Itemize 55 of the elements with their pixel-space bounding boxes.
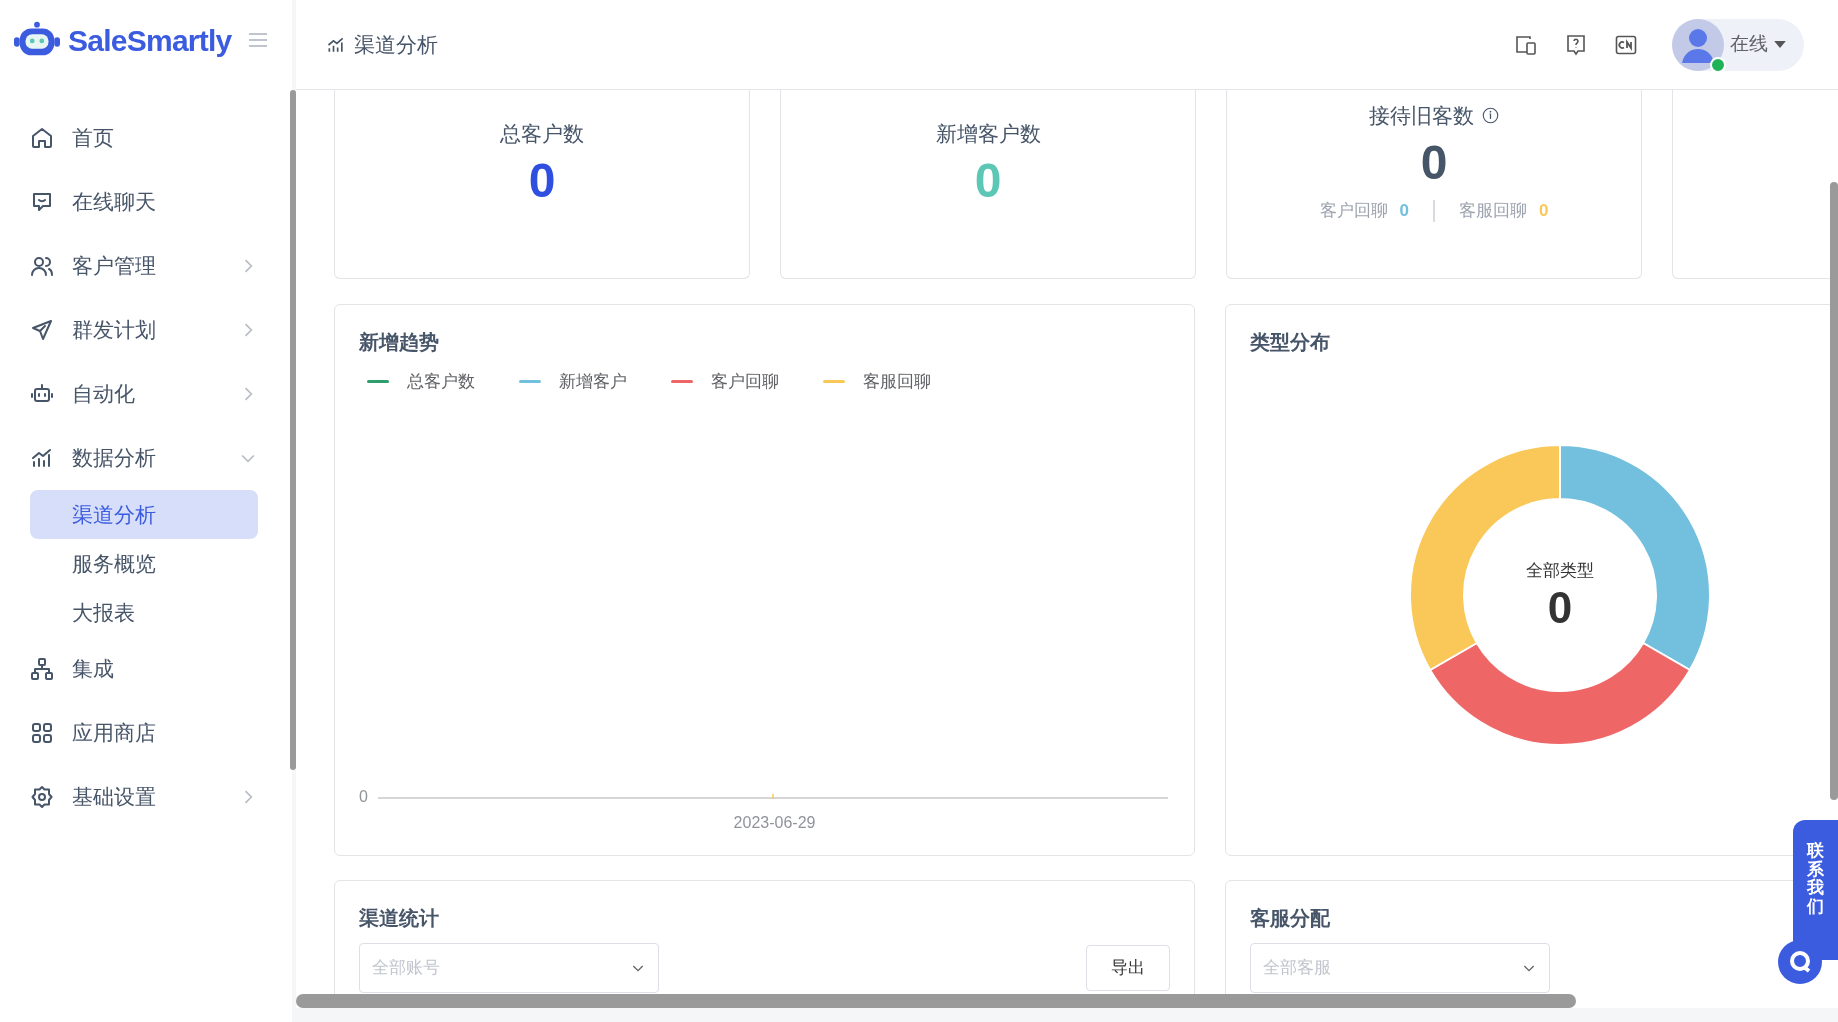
sidebar-item[interactable]: 客户管理 — [30, 234, 258, 298]
axis-label: 2023-06-29 — [733, 813, 816, 833]
hierarchy-icon — [30, 657, 54, 681]
caret-icon — [1774, 41, 1786, 48]
sidebar-item[interactable]: 自动化 — [30, 362, 258, 426]
sidebar-item[interactable]: 首页 — [30, 106, 258, 170]
sidebar-item[interactable]: 在线聊天 — [30, 170, 258, 234]
sidebar-item[interactable]: 集成 — [30, 637, 258, 701]
panel-title: 新增趋势 — [359, 330, 440, 355]
vertical-scrollbar[interactable] — [1830, 182, 1838, 800]
donut-value: 0 — [1547, 583, 1573, 632]
stat-title: 总客户数 — [500, 121, 584, 147]
avatar-icon — [1672, 18, 1724, 71]
submenu-item[interactable]: 服务概览 — [30, 539, 258, 588]
home-icon — [30, 126, 54, 150]
stat-value: 0 — [528, 152, 556, 209]
breakdown-label: 客户回聊 — [1319, 199, 1388, 222]
stat-title: 新增客户数 — [935, 121, 1041, 147]
help-icon[interactable] — [1564, 32, 1588, 57]
legend-item[interactable]: 客服回聊 — [823, 369, 931, 395]
legend-item[interactable]: 新增客户 — [519, 369, 627, 395]
chat-bubble-icon[interactable] — [1778, 940, 1822, 984]
send-icon — [30, 318, 54, 342]
horizontal-scrollbar[interactable] — [296, 994, 1576, 1008]
grid-icon — [30, 721, 54, 745]
submenu-item[interactable]: 渠道分析 — [30, 490, 258, 539]
breakdown-label: 客服回聊 — [1459, 199, 1527, 222]
export-button[interactable]: 导出 — [1086, 945, 1170, 991]
breakdown-value: 0 — [1539, 199, 1549, 222]
donut-label: 全部类型 — [1526, 560, 1594, 583]
axis-label: 0 — [359, 787, 368, 807]
settings-icon — [30, 785, 54, 809]
users-icon — [30, 254, 54, 278]
panel-title: 类型分布 — [1250, 330, 1331, 355]
panel-title: 客服分配 — [1250, 906, 1330, 931]
user-menu[interactable]: 在线 — [1672, 18, 1804, 71]
chart-icon — [30, 446, 54, 470]
sidebar-item[interactable]: 群发计划 — [30, 298, 258, 362]
panel-title: 渠道统计 — [359, 906, 440, 931]
page-title: 渠道分析 — [354, 31, 439, 58]
breakdown-value: 0 — [1399, 199, 1409, 222]
stat-title: 接待旧客数 — [1369, 103, 1474, 129]
sidebar-item[interactable]: 基础设置 — [30, 765, 258, 829]
stat-value: 0 — [974, 152, 1002, 209]
logo-text: SaleSmartly — [68, 22, 232, 59]
info-icon[interactable] — [1482, 107, 1499, 125]
sidebar-scrollbar[interactable] — [290, 90, 296, 770]
legend-item[interactable]: 总客户数 — [367, 369, 475, 395]
chat-icon — [30, 190, 54, 214]
contact-button[interactable]: 联系我们 — [1793, 820, 1838, 960]
sidebar-item[interactable]: 应用商店 — [30, 701, 258, 765]
stat-value: 0 — [1420, 134, 1448, 191]
sidebar-item[interactable]: 数据分析 — [30, 426, 258, 490]
submenu-item[interactable]: 大报表 — [30, 588, 258, 637]
legend-item[interactable]: 客户回聊 — [671, 369, 779, 395]
